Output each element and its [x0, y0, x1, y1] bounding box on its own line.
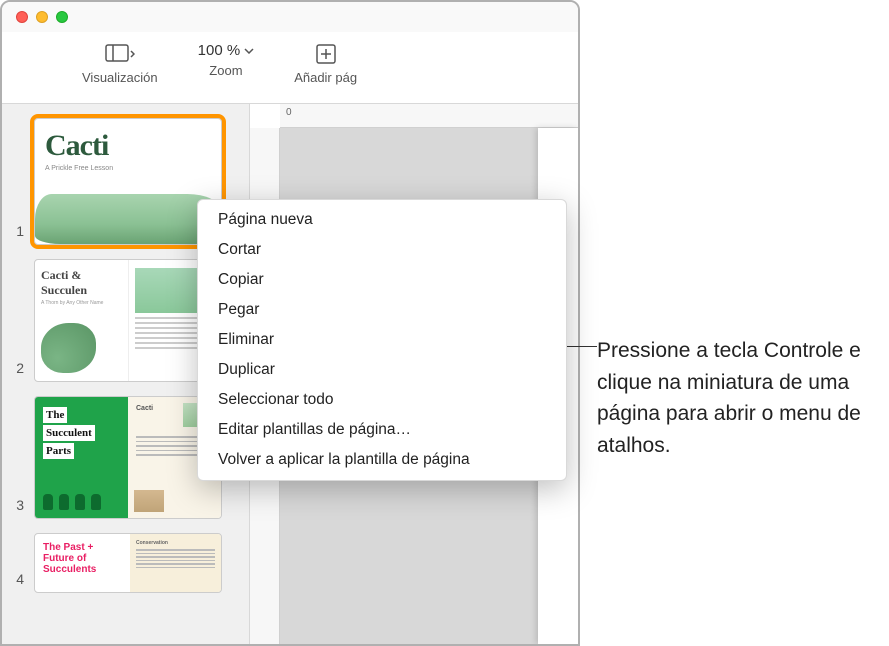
view-icon [105, 42, 135, 66]
thumb4-text-lines [136, 549, 215, 568]
thumbnail-page-2[interactable]: Cacti & Succulen A Thorn by Any Other Na… [34, 259, 222, 382]
toolbar-zoom-group[interactable]: 100 % Zoom [178, 42, 275, 78]
menu-item-select-all[interactable]: Seleccionar todo [198, 385, 566, 415]
callout-text: Pressione a tecla Controle e clique na m… [597, 335, 877, 461]
toolbar-view-label: Visualización [82, 70, 158, 85]
thumbnail-page-1[interactable]: Cacti A Prickle Free Lesson [34, 118, 222, 245]
thumb4-right-heading: Conservation [136, 540, 215, 546]
window-close-button[interactable] [16, 11, 28, 23]
thumb3-image-2 [134, 490, 164, 512]
thumbnail-number: 3 [12, 497, 24, 513]
thumb3-title-l3: Parts [43, 443, 74, 459]
callout-line [567, 346, 597, 347]
toolbar: Visualización 100 % Zoom Añadir pág [2, 32, 578, 104]
chevron-down-icon [244, 48, 254, 54]
menu-item-copy[interactable]: Copiar [198, 265, 566, 295]
thumb4-title: The Past + Future of Succulents [43, 542, 122, 575]
thumb2-subtitle: A Thorn by Any Other Name [41, 300, 122, 306]
thumb1-title: Cacti [45, 129, 211, 163]
thumb2-image [41, 323, 96, 373]
thumbnail-number: 4 [12, 571, 24, 587]
ruler-tick: 0 [286, 107, 292, 118]
zoom-value: 100 % [198, 42, 241, 59]
thumb1-subtitle: A Prickle Free Lesson [45, 165, 211, 172]
menu-item-paste[interactable]: Pegar [198, 295, 566, 325]
titlebar [2, 2, 578, 32]
horizontal-ruler[interactable]: 0 [280, 104, 578, 128]
menu-item-cut[interactable]: Cortar [198, 235, 566, 265]
thumbnail-page-4[interactable]: The Past + Future of Succulents Conserva… [34, 533, 222, 593]
add-page-icon [316, 42, 336, 66]
toolbar-add-page-group[interactable]: Añadir pág [274, 42, 377, 85]
toolbar-add-page-label: Añadir pág [294, 70, 357, 85]
window-maximize-button[interactable] [56, 11, 68, 23]
menu-item-duplicate[interactable]: Duplicar [198, 355, 566, 385]
thumbnail-row: 4 The Past + Future of Succulents Conser… [12, 533, 239, 593]
toolbar-zoom-label: Zoom [209, 63, 242, 78]
thumb3-cacti-icons [43, 494, 101, 510]
callout: Pressione a tecla Controle e clique na m… [597, 335, 877, 461]
thumbnail-number: 1 [12, 223, 24, 239]
context-menu: Página nueva Cortar Copiar Pegar Elimina… [197, 199, 567, 481]
thumb1-image [35, 194, 221, 244]
thumb2-title: Cacti & Succulen [41, 268, 122, 298]
menu-item-edit-templates[interactable]: Editar plantillas de página… [198, 415, 566, 445]
window-minimize-button[interactable] [36, 11, 48, 23]
thumb3-title-l2: Succulent [43, 425, 95, 441]
thumbnail-page-3[interactable]: The Succulent Parts Cacti [34, 396, 222, 519]
toolbar-view-group[interactable]: Visualización [62, 42, 178, 85]
menu-item-delete[interactable]: Eliminar [198, 325, 566, 355]
menu-item-new-page[interactable]: Página nueva [198, 205, 566, 235]
menu-item-reapply-template[interactable]: Volver a aplicar la plantilla de página [198, 445, 566, 475]
thumb3-title-l1: The [43, 407, 67, 423]
thumbnail-number: 2 [12, 360, 24, 376]
